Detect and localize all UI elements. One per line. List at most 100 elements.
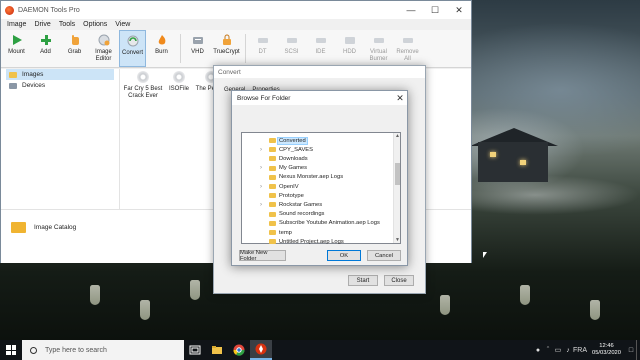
file-explorer-button[interactable] [206,340,228,360]
scrollbar-thumb[interactable] [395,163,400,185]
folder-icon [269,184,276,189]
people-icon[interactable]: ● [533,347,543,354]
add-dt-drive-button[interactable]: DT [249,30,276,67]
folder-tree-item-label: Converted [277,136,308,145]
flower [190,280,200,300]
virtual-burner-label: Virtual Burner [369,49,388,62]
toolbar-separator [245,34,246,63]
image-editor-label: Image Editor [95,49,112,62]
folder-tree-item-label: OpenIV [279,183,299,190]
clock-date: 05/03/2020 [591,350,621,356]
file-explorer-icon [212,346,222,354]
convert-button[interactable]: Convert [119,30,146,67]
expand-chevron-icon[interactable]: › [260,202,262,208]
expand-chevron-icon[interactable]: › [260,165,262,171]
virtual-burner-button[interactable]: Virtual Burner [365,30,392,67]
browse-close-button[interactable]: ✕ [393,93,407,104]
ok-button[interactable]: OK [327,250,361,261]
flower [590,300,600,320]
add-button[interactable]: Add [32,30,59,67]
folder-tree-item[interactable]: › OpenIV [242,182,392,191]
language-indicator[interactable]: FRA [573,347,587,354]
minimize-button[interactable]: — [399,1,423,19]
start-button[interactable]: Start [348,275,378,286]
burn-label: Burn [155,49,168,55]
daemon-tools-taskbar-button[interactable] [250,340,272,360]
menu-options[interactable]: Options [79,21,111,28]
burn-button[interactable]: Burn [148,30,175,67]
daemon-tools-logo-icon [5,5,14,15]
folder-tree[interactable]: ▲ ▼ Converted › CPY_SAVES Downloads › My Game… [241,132,401,246]
system-tray: ● ˆ ▭ ♪ FRA 12:46 05/03/2020 □ [533,340,640,360]
network-icon[interactable]: ▭ [553,346,563,354]
menu-tools[interactable]: Tools [55,21,79,28]
notifications-icon[interactable]: □ [626,347,636,354]
folder-tree-item[interactable]: Downloads [242,154,392,163]
task-view-icon [189,345,201,355]
menu-view[interactable]: View [111,21,134,28]
grab-button[interactable]: Grab [61,30,88,67]
folder-tree-item[interactable]: Untitled Project.aep Logs [242,237,392,246]
cancel-button[interactable]: Cancel [367,250,401,261]
haunted-house [478,142,548,182]
add-scsi-drive-button[interactable]: SCSI [278,30,305,67]
menu-drive[interactable]: Drive [30,21,54,28]
folder-icon [269,220,276,226]
folder-tree-item[interactable]: Sound recordings [242,210,392,219]
folder-tree-item[interactable]: temp [242,228,392,237]
folder-tree-item[interactable]: › CPY_SAVES [242,145,392,154]
make-new-folder-button[interactable]: Make New Folder [239,250,286,262]
folder-tree-item-label: CPY_SAVES [279,146,314,153]
tree-item-images[interactable]: Images [6,69,114,80]
daemon-tools-icon [255,343,267,355]
folder-tree-item[interactable]: Converted [242,136,392,145]
convert-dialog-title[interactable]: Convert [214,66,425,78]
grab-label: Grab [67,49,82,55]
folder-tree-item-label: Rockstar Games [279,201,323,208]
menu-image[interactable]: Image [3,21,30,28]
image-editor-button[interactable]: Image Editor [90,30,117,67]
chevron-up-icon[interactable]: ˆ [543,347,553,354]
truecrypt-button[interactable]: TrueCrypt [213,30,240,67]
folder-tree-item[interactable]: Prototype [242,191,392,200]
folder-tree-item[interactable]: › My Games [242,164,392,173]
folder-icon [269,156,276,162]
browse-dialog-titlebar[interactable]: Browse For Folder ✕ [232,91,407,105]
flower [520,285,530,305]
start-button[interactable] [0,340,22,360]
window-titlebar[interactable]: DAEMON Tools Pro — ☐ ✕ [1,1,471,19]
close-dialog-button[interactable]: Close [384,275,414,286]
task-view-button[interactable] [184,340,206,360]
mount-button[interactable]: Mount [3,30,30,67]
expand-chevron-icon[interactable]: › [260,147,262,153]
disc-icon [173,71,185,83]
flame-icon [155,33,169,47]
folder-tree-item-label: My Games [279,165,308,172]
add-hdd-button[interactable]: HDD [336,30,363,67]
show-desktop-button[interactable] [636,340,640,360]
tree-item-devices[interactable]: Devices [6,80,114,91]
chrome-button[interactable] [228,340,250,360]
folder-tree-scrollbar[interactable]: ▲ ▼ [393,133,400,243]
expand-chevron-icon[interactable]: › [260,184,262,190]
close-button[interactable]: ✕ [447,1,471,19]
remove-all-button[interactable]: Remove All [394,30,421,67]
mouse-cursor-icon [483,252,487,258]
vhd-button[interactable]: VHD [184,30,211,67]
folder-tree-item[interactable]: › Rockstar Games [242,200,392,209]
clock-time: 12:46 [599,343,614,349]
image-catalog-label[interactable]: Image Catalog [34,224,76,231]
maximize-button[interactable]: ☐ [423,1,447,19]
folder-tree-item[interactable]: Nexus Monster.aep Logs [242,173,392,182]
folder-icon [269,230,276,235]
hdd-icon [343,33,357,47]
taskbar-search-box[interactable]: Type here to search [22,340,184,360]
scroll-up-arrow-icon[interactable]: ▲ [394,133,401,139]
scroll-down-arrow-icon[interactable]: ▼ [394,237,401,243]
browse-folder-dialog: Browse For Folder ✕ ▲ ▼ Converted › CPY_SA… [231,90,408,266]
add-ide-drive-button[interactable]: IDE [307,30,334,67]
folder-tree-item[interactable]: Subscribe Youtube Animation.aep Logs [242,219,392,228]
volume-icon[interactable]: ♪ [563,347,573,354]
navigation-tree: Images Devices [6,69,114,209]
clock[interactable]: 12:46 05/03/2020 [587,343,626,357]
